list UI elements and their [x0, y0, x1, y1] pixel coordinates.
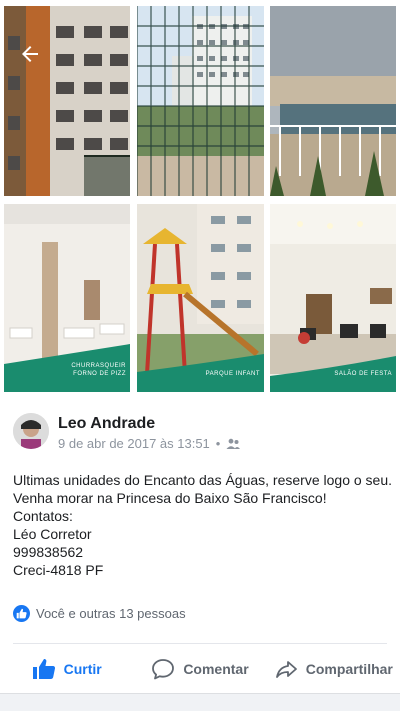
post-body-line: Creci-4818 PF — [13, 562, 104, 578]
author-name[interactable]: Leo Andrade — [58, 415, 155, 433]
meta-separator: • — [215, 436, 221, 451]
like-reaction-icon — [13, 605, 30, 622]
thumbs-up-icon — [32, 659, 55, 679]
comment-button[interactable]: Comentar — [133, 649, 266, 689]
friends-icon — [226, 438, 241, 450]
comment-label: Comentar — [183, 661, 249, 677]
caption-line: FORNO DE PIZZ — [73, 371, 126, 377]
share-button[interactable]: Compartilhar — [267, 649, 400, 689]
post-body-line: Ultimas unidades do Encanto das Águas, r… — [13, 472, 393, 488]
feed-separator — [0, 693, 400, 711]
like-button[interactable]: Curtir — [0, 649, 133, 689]
post-timestamp[interactable]: 9 de abr de 2017 às 13:51 — [58, 436, 210, 451]
caption-line: SALÃO DE FESTA — [334, 371, 392, 377]
like-label: Curtir — [63, 661, 102, 677]
back-arrow-icon[interactable] — [18, 42, 42, 66]
reactions-text: Você e outras 13 pessoas — [36, 606, 186, 621]
photo-towers-fence[interactable] — [137, 6, 264, 196]
post-meta: 9 de abr de 2017 às 13:51 • — [58, 436, 241, 451]
photo-pool[interactable] — [270, 6, 396, 196]
share-icon — [275, 661, 297, 678]
photo-barbecue-area[interactable]: CHURRASQUEIR FORNO DE PIZZ — [4, 204, 130, 392]
post-body-line[interactable]: 999838562 — [13, 543, 391, 561]
share-label: Compartilhar — [305, 661, 393, 677]
caption-line: PARQUE INFANT — [205, 371, 260, 377]
photo-playground[interactable]: PARQUE INFANT — [137, 204, 264, 392]
divider — [13, 643, 387, 644]
caption-line: CHURRASQUEIR — [71, 363, 126, 369]
post-body-line: Contatos: — [13, 508, 73, 524]
post-body: Ultimas unidades do Encanto das Águas, r… — [13, 471, 393, 579]
post-body-line: Venha morar na Princesa do Baixo São Fra… — [13, 490, 327, 506]
reactions-summary[interactable]: Você e outras 13 pessoas — [13, 605, 186, 622]
photo-party-hall[interactable]: SALÃO DE FESTA — [270, 204, 396, 392]
photo-building-facade[interactable] — [4, 6, 130, 196]
avatar[interactable] — [13, 413, 49, 449]
post-body-line: Léo Corretor — [13, 526, 92, 542]
photo-grid: CHURRASQUEIR FORNO DE PIZZ PARQUE INFANT… — [0, 0, 400, 400]
action-bar: Curtir Comentar Compartilhar — [0, 649, 400, 689]
comment-icon — [152, 659, 175, 680]
